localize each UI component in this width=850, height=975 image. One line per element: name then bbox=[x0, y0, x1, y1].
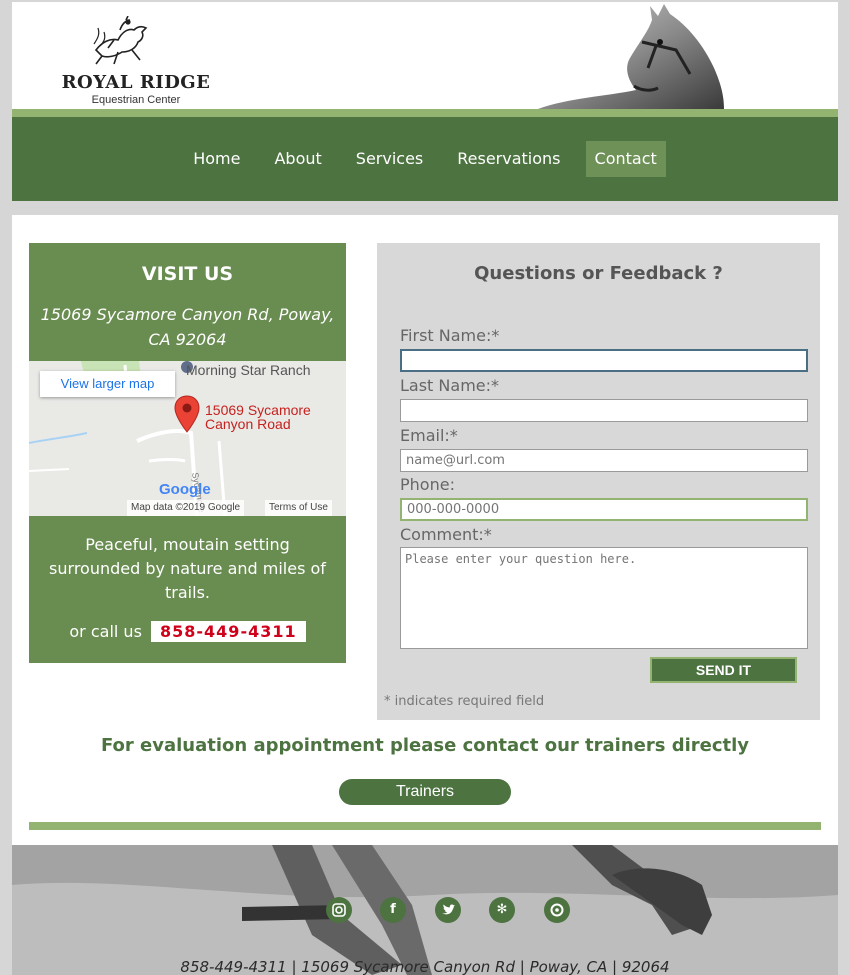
twitter-icon[interactable] bbox=[435, 897, 461, 923]
map-attribution: Map data ©2019 Google bbox=[127, 500, 245, 516]
nav-item-about[interactable]: About bbox=[265, 141, 330, 177]
brand-name: ROYAL RIDGE bbox=[61, 72, 211, 93]
trainers-button[interactable]: Trainers bbox=[339, 779, 511, 805]
embedded-map[interactable]: Sycamore View larger map Morning Star Ra… bbox=[29, 361, 346, 516]
first-name-label: First Name:* bbox=[400, 326, 500, 345]
last-name-field[interactable] bbox=[400, 399, 808, 422]
feedback-form: Questions or Feedback ? First Name:* Las… bbox=[377, 243, 820, 720]
phone-field[interactable] bbox=[400, 498, 808, 521]
view-larger-map-link[interactable]: View larger map bbox=[40, 371, 175, 397]
comment-label: Comment:* bbox=[400, 525, 492, 544]
site-footer: f ✻ 858-449-4311 | 15069 Sycamore Canyon… bbox=[12, 845, 838, 975]
visit-panel: VISIT US 15069 Sycamore Canyon Rd, Poway… bbox=[29, 243, 346, 663]
page: ROYAL RIDGE Equestrian Center Home About… bbox=[12, 2, 838, 975]
header-accent-line bbox=[12, 109, 838, 117]
yelp-icon[interactable]: ✻ bbox=[489, 897, 515, 923]
comment-textarea[interactable] bbox=[400, 547, 808, 649]
call-prefix: or call us bbox=[69, 622, 142, 641]
footer-accent-line bbox=[29, 822, 821, 830]
required-field-note: * indicates required field bbox=[384, 694, 545, 709]
last-name-label: Last Name:* bbox=[400, 376, 500, 395]
instagram-icon[interactable] bbox=[326, 897, 352, 923]
google-logo: Google bbox=[159, 481, 211, 498]
nav-item-home[interactable]: Home bbox=[184, 141, 249, 177]
phone-number-link[interactable]: 858-449-4311 bbox=[151, 621, 306, 642]
send-button[interactable]: SEND IT bbox=[650, 657, 797, 683]
section-separator bbox=[12, 201, 838, 215]
visit-address: 15069 Sycamore Canyon Rd, Poway, CA 9206… bbox=[40, 305, 335, 349]
call-row: or call us 858-449-4311 bbox=[29, 621, 346, 642]
email-field[interactable] bbox=[400, 449, 808, 472]
site-logo[interactable]: ROYAL RIDGE Equestrian Center bbox=[60, 16, 220, 106]
evaluation-text: For evaluation appointment please contac… bbox=[100, 735, 750, 756]
map-pin-label-line1: 15069 Sycamore bbox=[205, 402, 311, 418]
map-terms-link[interactable]: Terms of Use bbox=[265, 500, 332, 516]
nav-item-reservations[interactable]: Reservations bbox=[448, 141, 569, 177]
map-pin-icon bbox=[174, 395, 200, 433]
social-icons: f ✻ bbox=[326, 897, 576, 923]
map-nearby-place: Morning Star Ranch bbox=[186, 362, 311, 378]
nav-items: Home About Services Reservations Contact bbox=[12, 141, 838, 177]
horse-jumper-logo-icon bbox=[93, 16, 148, 65]
horse-head-image bbox=[538, 4, 724, 109]
brand-subtitle: Equestrian Center bbox=[91, 94, 181, 106]
nav-item-contact[interactable]: Contact bbox=[585, 141, 666, 177]
map-pin-label-line2: Canyon Road bbox=[205, 416, 291, 432]
tripadvisor-icon[interactable] bbox=[544, 897, 570, 923]
visit-description: Peaceful, moutain setting surrounded by … bbox=[49, 535, 326, 602]
nav-item-services[interactable]: Services bbox=[347, 141, 432, 177]
footer-contact-line: 858-449-4311 | 15069 Sycamore Canyon Rd … bbox=[180, 958, 670, 975]
visit-title: VISIT US bbox=[141, 263, 234, 285]
form-title: Questions or Feedback ? bbox=[474, 263, 723, 284]
phone-label: Phone: bbox=[400, 475, 455, 494]
site-header: ROYAL RIDGE Equestrian Center bbox=[12, 2, 838, 109]
main-nav: Home About Services Reservations Contact bbox=[12, 117, 838, 201]
email-label: Email:* bbox=[400, 426, 458, 445]
map-pin-label: 15069 Sycamore Canyon Road bbox=[205, 403, 311, 431]
facebook-icon[interactable]: f bbox=[380, 897, 406, 923]
first-name-field[interactable] bbox=[400, 349, 808, 372]
